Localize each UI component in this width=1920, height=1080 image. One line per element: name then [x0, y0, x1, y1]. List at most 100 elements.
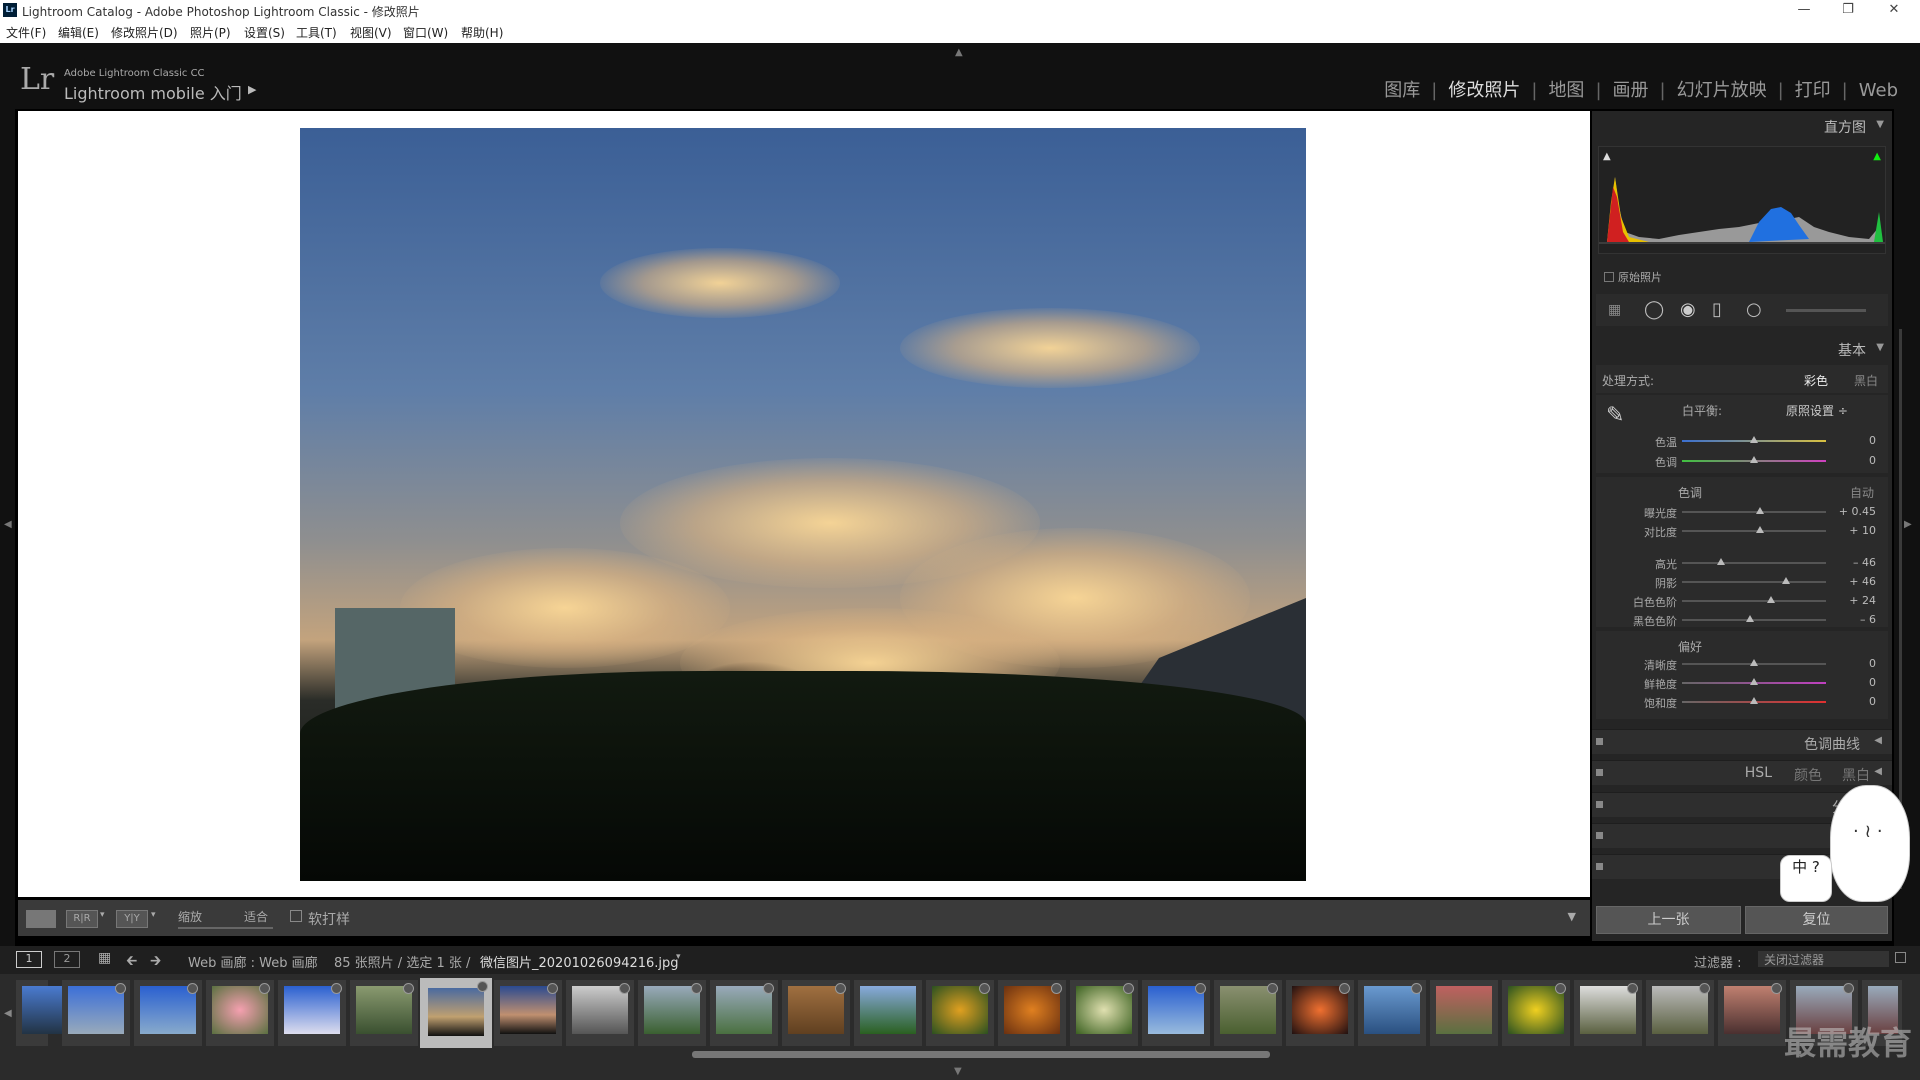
filmstrip-thumb[interactable]	[62, 980, 130, 1046]
filmstrip-thumb[interactable]	[134, 980, 202, 1046]
slider-knob[interactable]	[1750, 697, 1758, 704]
bw-tab[interactable]: 黑白	[1842, 765, 1870, 785]
play-icon[interactable]: ▶	[248, 83, 256, 96]
slider-value[interactable]: 0	[1869, 695, 1876, 708]
ime-badge[interactable]: 中 ?	[1780, 855, 1832, 902]
filmstrip-thumb[interactable]	[16, 980, 78, 1046]
slider-knob[interactable]	[1750, 436, 1758, 443]
slider-whites[interactable]: 白色色阶 + 24	[1592, 593, 1892, 609]
collapse-basic-icon[interactable]: ▼	[1876, 342, 1884, 353]
slider-knob[interactable]	[1750, 659, 1758, 666]
treatment-color-button[interactable]: 彩色	[1804, 372, 1828, 389]
slider-value[interactable]: + 0.45	[1839, 505, 1876, 518]
slider-shadows[interactable]: 阴影 + 46	[1592, 574, 1892, 590]
collapse-top-arrow-icon[interactable]: ▲	[955, 47, 963, 58]
loupe-view-icon[interactable]	[26, 910, 56, 928]
spot-removal-icon[interactable]: ◯	[1644, 299, 1664, 320]
slider-exposure[interactable]: 曝光度 + 0.45	[1592, 504, 1892, 520]
slider-value[interactable]: 0	[1869, 434, 1876, 447]
before-after-swap-icon[interactable]: Y|Y	[116, 910, 148, 928]
module-web[interactable]: Web	[1859, 80, 1898, 101]
filmstrip-thumb[interactable]	[710, 980, 778, 1046]
expand-icon[interactable]: ◀	[1874, 766, 1882, 777]
filmstrip-left-icon[interactable]: ◀	[4, 1008, 12, 1019]
slider-track[interactable]	[1682, 530, 1826, 532]
module-slideshow[interactable]: 幻灯片放映	[1677, 80, 1767, 101]
menu-photo[interactable]: 照片(P)	[190, 24, 231, 41]
main-photo[interactable]	[300, 128, 1306, 881]
toolbar-menu-icon[interactable]: ▼	[1568, 910, 1576, 923]
filmstrip-thumb[interactable]	[1286, 980, 1354, 1046]
highlight-clipping-icon[interactable]: ▲	[1873, 151, 1881, 162]
collapse-histogram-icon[interactable]: ▼	[1876, 119, 1884, 130]
slider-knob[interactable]	[1782, 577, 1790, 584]
menu-settings[interactable]: 设置(S)	[244, 24, 285, 41]
original-photo-checkbox[interactable]	[1604, 272, 1614, 282]
filmstrip-thumb-selected[interactable]	[420, 978, 492, 1048]
window-2-button[interactable]: 2	[54, 951, 80, 968]
filmstrip-thumb[interactable]	[1142, 980, 1210, 1046]
grid-view-icon[interactable]: ▦	[98, 950, 111, 966]
eyedropper-icon[interactable]: ✎	[1606, 403, 1624, 428]
panel-toggle-switch[interactable]	[1596, 832, 1603, 839]
expand-left-icon[interactable]: ◀	[4, 519, 12, 530]
module-library[interactable]: 图库	[1384, 80, 1420, 101]
slider-contrast[interactable]: 对比度 + 10	[1592, 523, 1892, 539]
slider-knob[interactable]	[1756, 507, 1764, 514]
menu-window[interactable]: 窗口(W)	[403, 24, 448, 41]
filmstrip-thumb[interactable]	[278, 980, 346, 1046]
slider-temp[interactable]: 色温 0	[1592, 433, 1892, 449]
filename-dropdown-icon[interactable]: ▾	[676, 952, 681, 962]
slider-saturation[interactable]: 饱和度 0	[1592, 694, 1892, 710]
close-icon[interactable]: ✕	[1882, 2, 1906, 17]
radial-filter-icon[interactable]: ○	[1746, 299, 1762, 320]
mobile-getting-started[interactable]: Lightroom mobile 入门	[64, 80, 242, 104]
source-path[interactable]: Web 画廊 : Web 画廊	[188, 952, 318, 971]
filmstrip-thumb[interactable]	[206, 980, 274, 1046]
collapse-filmstrip-icon[interactable]: ▼	[954, 1066, 962, 1077]
before-after-left-right-icon[interactable]: R|R	[66, 910, 98, 928]
slider-knob[interactable]	[1767, 596, 1775, 603]
hsl-header[interactable]: HSL 颜色 黑白 ◀	[1592, 760, 1892, 785]
treatment-bw-button[interactable]: 黑白	[1854, 372, 1878, 389]
auto-tone-button[interactable]: 自动	[1850, 484, 1874, 501]
module-book[interactable]: 画册	[1613, 80, 1649, 101]
filter-dropdown[interactable]: 关闭过滤器	[1758, 951, 1889, 967]
slider-value[interactable]: 0	[1869, 657, 1876, 670]
filmstrip-thumb[interactable]	[1646, 980, 1714, 1046]
slider-value[interactable]: + 46	[1849, 575, 1876, 588]
panel-toggle-switch[interactable]	[1596, 863, 1603, 870]
menu-edit[interactable]: 编辑(E)	[58, 24, 99, 41]
reset-button[interactable]: 复位	[1745, 906, 1888, 934]
filmstrip-thumb[interactable]	[854, 980, 922, 1046]
minimize-icon[interactable]: —	[1792, 2, 1816, 17]
expand-icon[interactable]: ◀	[1874, 735, 1882, 746]
left-panel-collapsed[interactable]: ◀	[0, 109, 15, 969]
crop-overlay-icon[interactable]: ▦	[1608, 302, 1621, 318]
filmstrip-thumb[interactable]	[494, 980, 562, 1046]
slider-value[interactable]: + 10	[1849, 524, 1876, 537]
graduated-filter-icon[interactable]: ▯	[1712, 299, 1722, 320]
slider-knob[interactable]	[1746, 615, 1754, 622]
tone-curve-header[interactable]: 色调曲线 ◀	[1592, 729, 1892, 754]
panel-toggle-switch[interactable]	[1596, 801, 1603, 808]
filmstrip-thumb[interactable]	[566, 980, 634, 1046]
soft-proof-checkbox[interactable]	[290, 910, 302, 922]
slider-vibrance[interactable]: 鲜艳度 0	[1592, 675, 1892, 691]
menu-tools[interactable]: 工具(T)	[296, 24, 337, 41]
slider-value[interactable]: 0	[1869, 676, 1876, 689]
slider-value[interactable]: – 6	[1860, 613, 1876, 626]
slider-clarity[interactable]: 清晰度 0	[1592, 656, 1892, 672]
slider-knob[interactable]	[1750, 678, 1758, 685]
filmstrip-thumb[interactable]	[638, 980, 706, 1046]
previous-button[interactable]: 上一张	[1596, 906, 1741, 934]
slider-track[interactable]	[1682, 581, 1826, 583]
slider-track[interactable]	[1682, 511, 1826, 513]
color-tab[interactable]: 颜色	[1794, 765, 1822, 785]
filmstrip-thumb[interactable]	[782, 980, 850, 1046]
slider-value[interactable]: 0	[1869, 454, 1876, 467]
slider-track[interactable]	[1682, 619, 1826, 621]
collapse-right-icon[interactable]: ▶	[1904, 519, 1912, 530]
filmstrip-thumb[interactable]	[998, 980, 1066, 1046]
swap-dropdown-icon[interactable]: ▾	[151, 910, 156, 920]
